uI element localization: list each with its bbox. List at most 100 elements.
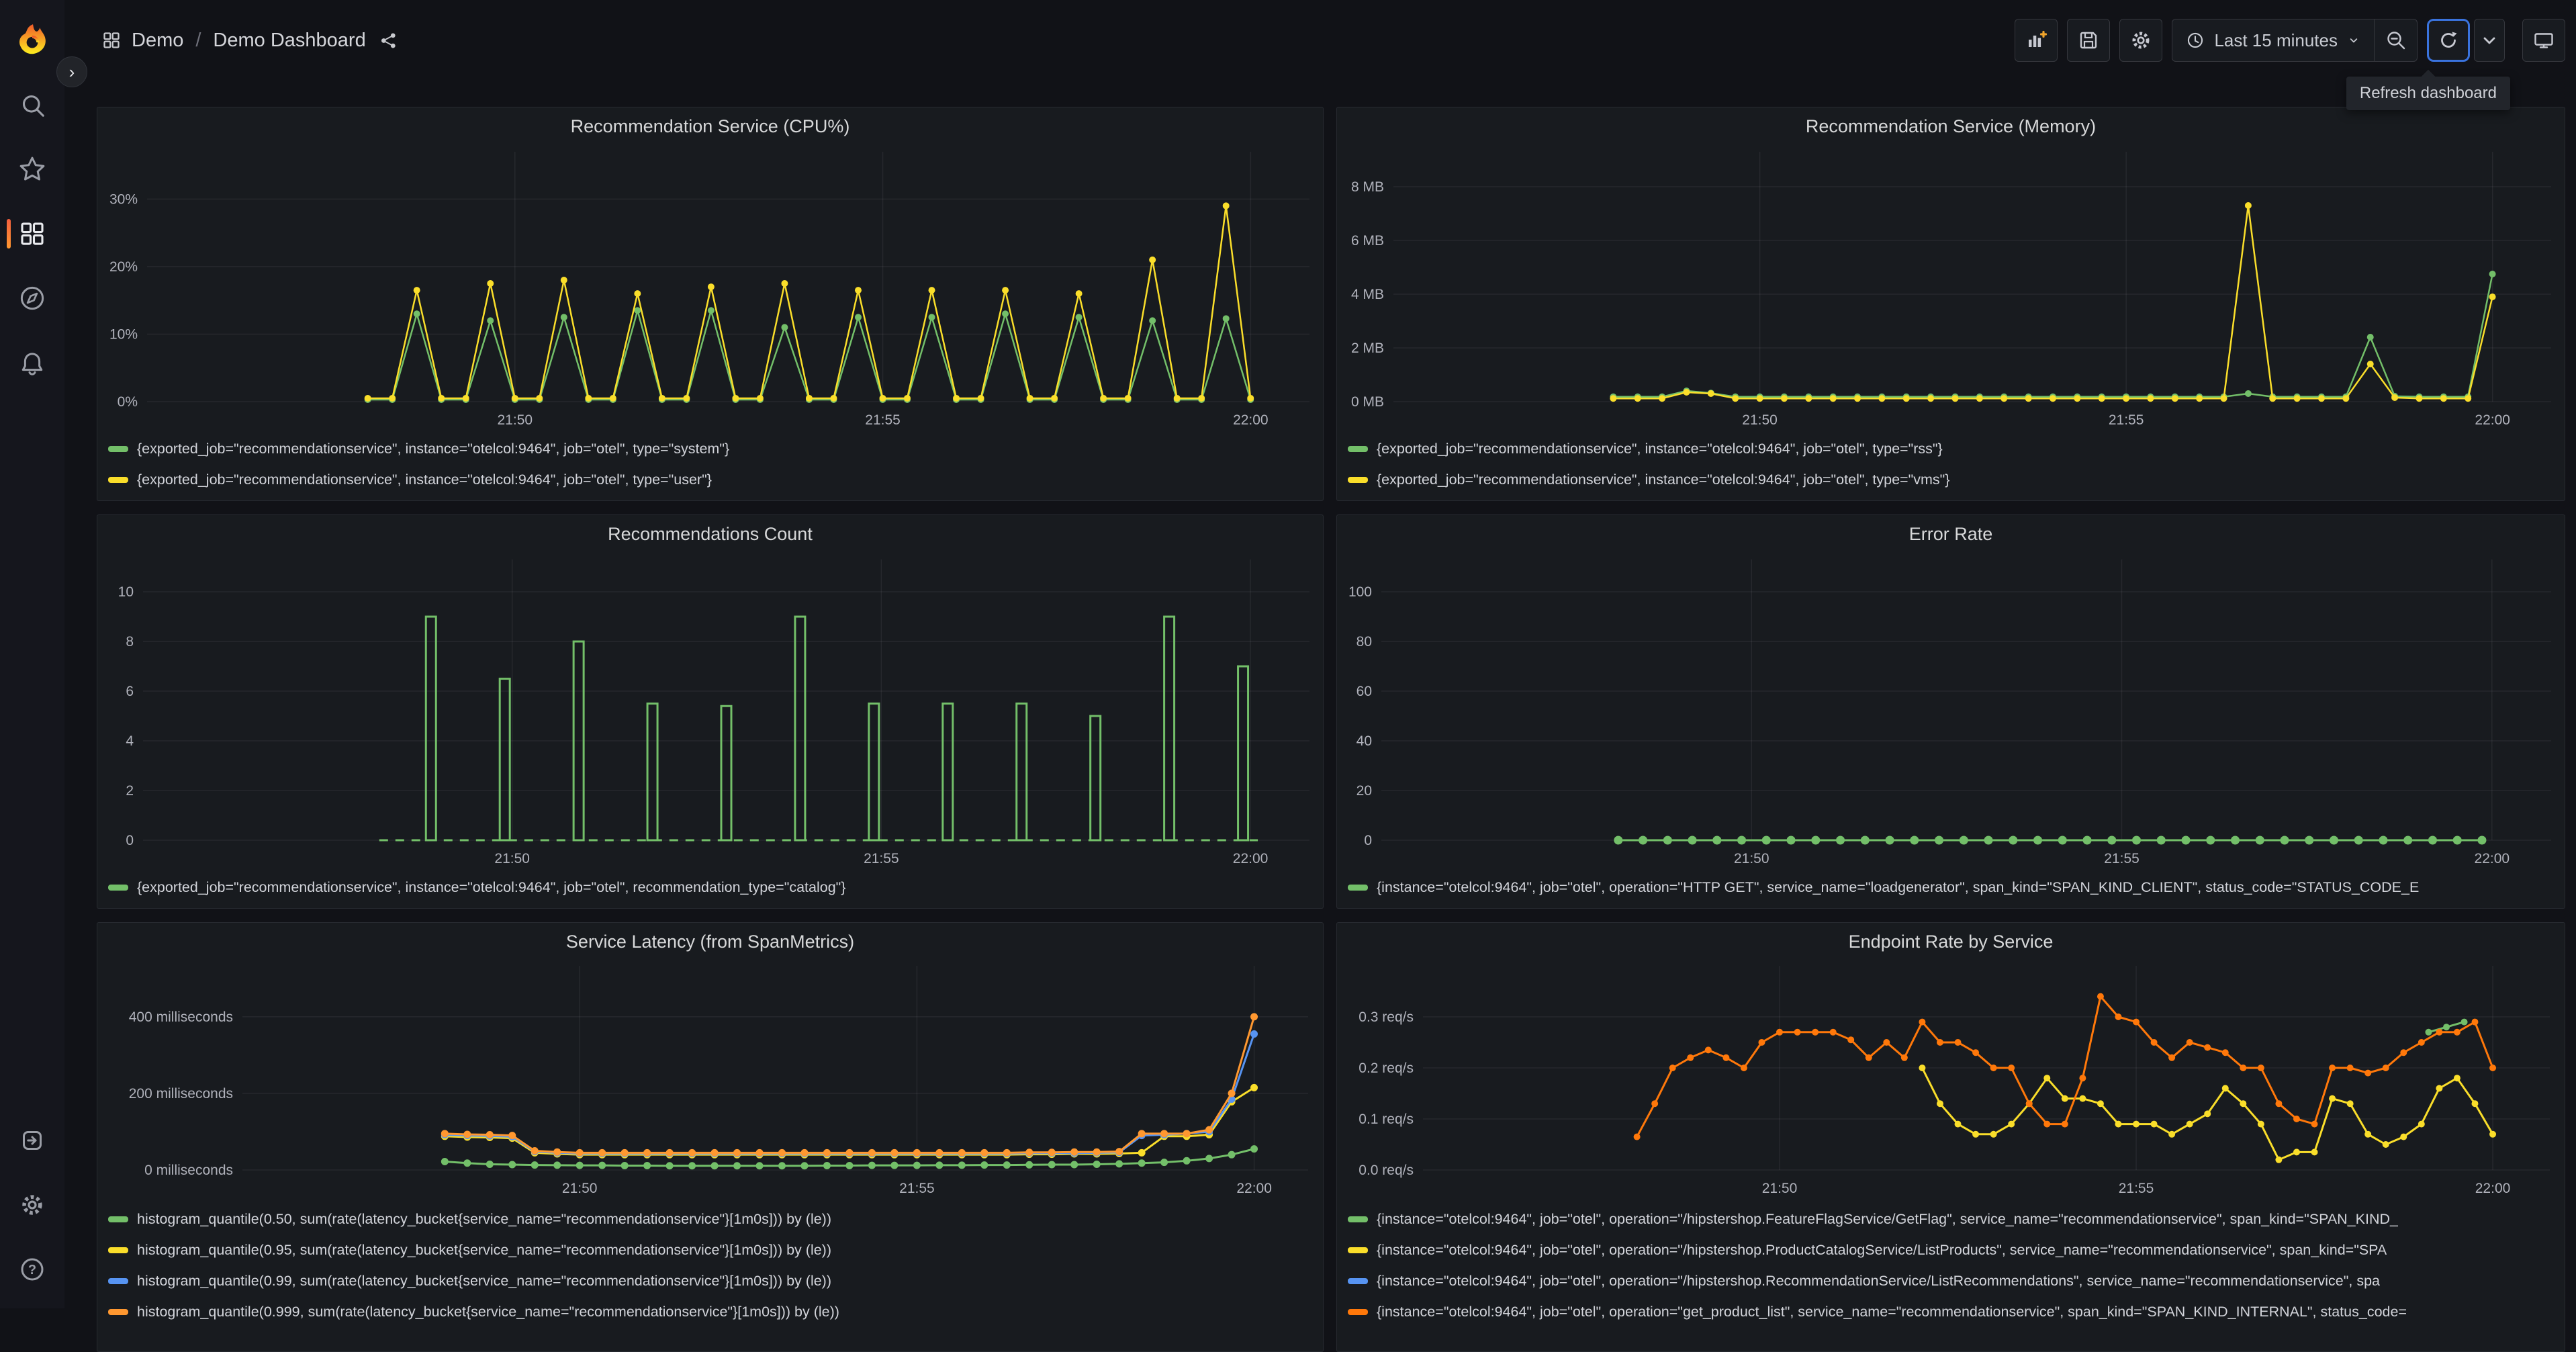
legend-label[interactable]: {instance="otelcol:9464", job="otel", op…: [1377, 1211, 2398, 1228]
add-panel-icon: [2029, 30, 2048, 47]
legend-item[interactable]: {exported_job="recommendationservice", i…: [1337, 433, 2565, 464]
svg-text:10%: 10%: [109, 326, 138, 342]
svg-text:20%: 20%: [109, 259, 138, 275]
svg-text:40: 40: [1356, 733, 1372, 749]
svg-text:22:00: 22:00: [1233, 851, 1269, 866]
legend-item[interactable]: {instance="otelcol:9464", job="otel", op…: [1337, 1234, 2565, 1265]
breadcrumb-separator: /: [195, 29, 201, 51]
dashboard-grid: Recommendation Service (CPU%) 0% 10% 20% 30…: [97, 107, 2565, 1352]
refresh-interval-dropdown[interactable]: [2474, 19, 2505, 62]
help-icon: ?: [21, 1258, 44, 1281]
legend-item[interactable]: {instance="otelcol:9464", job="otel", op…: [1337, 1265, 2565, 1296]
sidebar-item-alerting[interactable]: [0, 344, 64, 381]
legend-label[interactable]: {exported_job="recommendationservice", i…: [1377, 441, 1943, 457]
save-dashboard-button[interactable]: [2067, 19, 2111, 62]
legend-swatch: [108, 445, 128, 452]
svg-text:80: 80: [1356, 634, 1372, 649]
legend: {exported_job="recommendationservice", i…: [97, 872, 1323, 903]
refresh-controls: [2427, 19, 2505, 62]
dashboard-settings-button[interactable]: [2119, 19, 2163, 62]
svg-text:21:55: 21:55: [899, 1181, 935, 1196]
sidebar-item-search[interactable]: [0, 86, 64, 124]
legend-label[interactable]: {instance="otelcol:9464", job="otel", op…: [1377, 1242, 2387, 1259]
share-icon[interactable]: [379, 32, 398, 50]
legend-label[interactable]: {exported_job="recommendationservice", i…: [137, 471, 712, 488]
legend-item[interactable]: {exported_job="recommendationservice", i…: [1337, 464, 2565, 495]
legend-item[interactable]: histogram_quantile(0.50, sum(rate(latenc…: [97, 1204, 1323, 1234]
legend-item[interactable]: {instance="otelcol:9464", job="otel", op…: [1337, 1204, 2565, 1234]
sidebar-item-help[interactable]: ?: [0, 1251, 64, 1288]
legend: {exported_job="recommendationservice", i…: [1337, 433, 2565, 495]
svg-text:4 MB: 4 MB: [1351, 287, 1384, 302]
cpu-chart[interactable]: 0% 10% 20% 30% 21:50 21:55 22:00: [97, 145, 1323, 432]
legend-label[interactable]: {instance="otelcol:9464", job="otel", op…: [1377, 1273, 2380, 1290]
svg-text:30%: 30%: [109, 191, 138, 207]
legend-swatch: [108, 1308, 128, 1315]
panel-title[interactable]: Service Latency (from SpanMetrics): [97, 923, 1323, 960]
refresh-dashboard-button[interactable]: [2427, 19, 2470, 62]
time-zoom-out-button[interactable]: [2375, 19, 2418, 62]
time-range-picker[interactable]: Last 15 minutes: [2172, 19, 2375, 62]
legend-swatch: [1348, 445, 1368, 452]
panel-title[interactable]: Endpoint Rate by Service: [1337, 923, 2565, 960]
svg-text:21:55: 21:55: [865, 412, 901, 428]
legend-item[interactable]: histogram_quantile(0.99, sum(rate(latenc…: [97, 1265, 1323, 1296]
legend-label[interactable]: {instance="otelcol:9464", job="otel", op…: [1377, 1304, 2407, 1320]
legend-item[interactable]: {instance="otelcol:9464", job="otel", op…: [1337, 1296, 2565, 1327]
legend-label[interactable]: histogram_quantile(0.95, sum(rate(latenc…: [137, 1242, 831, 1259]
sidebar-item-dashboards[interactable]: [0, 215, 64, 253]
legend-item[interactable]: {exported_job="recommendationservice", i…: [97, 872, 1323, 903]
breadcrumb-section[interactable]: Demo: [132, 30, 183, 52]
clock-icon: [2188, 32, 2203, 48]
svg-text:21:50: 21:50: [498, 412, 533, 428]
panel-title[interactable]: Recommendation Service (CPU%): [97, 107, 1323, 145]
svg-text:21:55: 21:55: [864, 851, 899, 866]
svg-text:4: 4: [126, 733, 134, 749]
legend-label[interactable]: {exported_job="recommendationservice", i…: [137, 879, 845, 896]
chevron-down-icon: [2483, 37, 2495, 44]
legend-label[interactable]: {instance="otelcol:9464", job="otel", op…: [1377, 879, 2419, 896]
svg-text:2: 2: [126, 783, 134, 799]
sidebar-item-favorites[interactable]: [0, 150, 64, 188]
svg-text:?: ?: [28, 1263, 36, 1277]
endpoint-rate-chart[interactable]: 0.0 req/s 0.1 req/s 0.2 req/s 0.3 req/s 21:5…: [1337, 960, 2565, 1202]
panel-title[interactable]: Error Rate: [1337, 515, 2565, 553]
sign-in-icon: [23, 1131, 42, 1150]
sidebar-item-sign-in[interactable]: [0, 1122, 64, 1159]
legend-swatch: [1348, 1308, 1368, 1315]
recommendations-count-chart[interactable]: 0 2 4 6 8 10 21:50 21:55 22:00: [97, 553, 1323, 870]
legend-label[interactable]: {exported_job="recommendationservice", i…: [1377, 471, 1949, 488]
service-latency-chart[interactable]: 0 milliseconds 200 milliseconds 400 millis…: [97, 960, 1323, 1202]
legend-label[interactable]: {exported_job="recommendationservice", i…: [137, 441, 729, 457]
svg-text:100: 100: [1348, 584, 1372, 600]
legend-item[interactable]: histogram_quantile(0.999, sum(rate(laten…: [97, 1296, 1323, 1327]
breadcrumb-page-title[interactable]: Demo Dashboard: [213, 30, 365, 52]
legend-item[interactable]: {exported_job="recommendationservice", i…: [97, 464, 1323, 495]
top-nav-bar: Demo / Demo Dashboard Last 15 minutes: [64, 0, 2576, 81]
svg-text:8: 8: [126, 634, 134, 649]
legend-label[interactable]: histogram_quantile(0.99, sum(rate(latenc…: [137, 1273, 831, 1290]
expand-sidebar-button[interactable]: ›: [56, 56, 87, 87]
grafana-logo[interactable]: [16, 23, 50, 56]
legend-item[interactable]: histogram_quantile(0.95, sum(rate(latenc…: [97, 1234, 1323, 1265]
svg-text:22:00: 22:00: [1233, 412, 1269, 428]
memory-chart[interactable]: 0 MB 2 MB 4 MB 6 MB 8 MB 21:50 21:55 22:00: [1337, 145, 2565, 432]
legend-item[interactable]: {exported_job="recommendationservice", i…: [97, 433, 1323, 464]
svg-text:20: 20: [1356, 783, 1372, 799]
panel-title[interactable]: Recommendation Service (Memory): [1337, 107, 2565, 145]
legend-swatch: [108, 1216, 128, 1222]
kiosk-tv-button[interactable]: [2522, 19, 2565, 62]
sidebar-item-server-admin[interactable]: [0, 1186, 64, 1224]
sidebar-item-explore[interactable]: [0, 279, 64, 317]
legend-label[interactable]: histogram_quantile(0.50, sum(rate(latenc…: [137, 1211, 831, 1228]
apps-grid-icon: [103, 32, 120, 48]
svg-text:200 milliseconds: 200 milliseconds: [129, 1086, 233, 1101]
error-rate-chart[interactable]: 0 20 40 60 80 100 21:50 21:55 22:00: [1337, 553, 2565, 870]
legend-item[interactable]: {instance="otelcol:9464", job="otel", op…: [1337, 872, 2565, 903]
legend-label[interactable]: histogram_quantile(0.999, sum(rate(laten…: [137, 1304, 839, 1320]
add-panel-button[interactable]: [2015, 19, 2058, 62]
refresh-icon: [2441, 32, 2457, 48]
sidebar-nav: [0, 86, 64, 381]
svg-text:0 MB: 0 MB: [1351, 394, 1384, 410]
panel-title[interactable]: Recommendations Count: [97, 515, 1323, 553]
